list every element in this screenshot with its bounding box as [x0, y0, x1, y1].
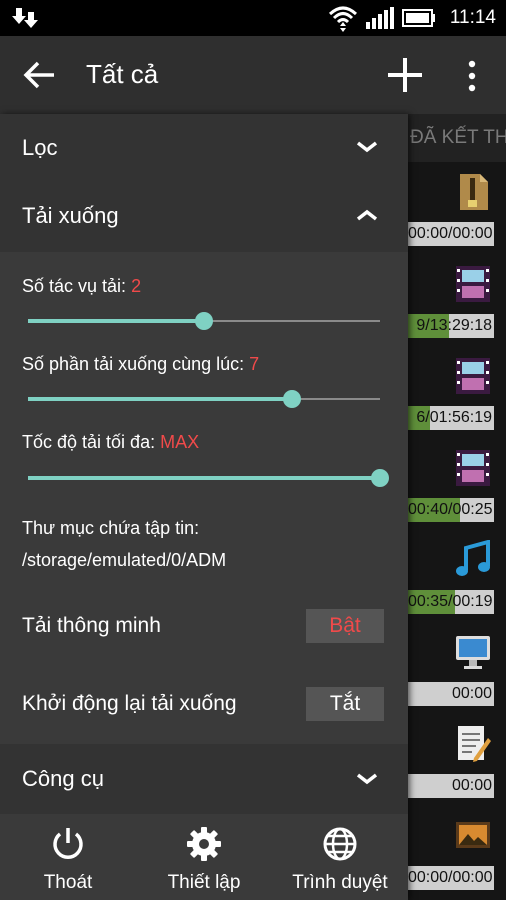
image-file-icon	[456, 822, 490, 848]
progress-text: 00:00/00:00	[408, 225, 493, 242]
browser-button[interactable]: Trình duyệt	[280, 816, 400, 900]
list-item[interactable]: 6/01:56:19	[408, 348, 506, 440]
list-item[interactable]: 00:00	[408, 716, 506, 808]
slider-fill	[28, 476, 380, 480]
progress-bar: 00:00	[408, 682, 494, 706]
settings-label: Thiết lập	[167, 872, 241, 893]
more-options-icon[interactable]	[466, 60, 478, 92]
tasks-label: Số tác vụ tải:	[22, 276, 132, 296]
restart-download-label: Khởi động lại tải xuống	[22, 692, 237, 715]
list-item[interactable]: 00:35/00:19	[408, 532, 506, 624]
video-file-icon	[456, 358, 490, 394]
video-file-icon	[456, 450, 490, 486]
battery-icon	[401, 9, 435, 27]
speed-value: MAX	[160, 432, 200, 452]
computer-file-icon	[456, 636, 490, 669]
download-label: Tải xuống	[22, 203, 119, 228]
progress-text: 00:00/00:00	[408, 869, 493, 886]
clock: 11:14	[449, 7, 496, 28]
music-file-icon	[456, 540, 490, 576]
slider-thumb[interactable]	[283, 390, 301, 408]
restart-download-toggle[interactable]: Tắt	[306, 687, 384, 721]
settings-drawer: Lọc Tải xuống Số tác vụ tải: 2 Số phần t…	[0, 114, 408, 900]
parts-setting-label: Số phần tải xuống cùng lúc: 7	[22, 354, 259, 375]
video-file-icon	[456, 266, 490, 302]
progress-bar: 00:35/00:19	[408, 590, 494, 614]
speed-label: Tốc độ tải tối đa:	[22, 432, 161, 452]
tab-finished[interactable]: ĐÃ KẾT THÚ	[408, 114, 506, 162]
wifi-icon	[328, 6, 357, 32]
chevron-down-icon	[356, 773, 378, 785]
globe-icon	[323, 827, 357, 861]
progress-text: 6/01:56:19	[416, 409, 492, 426]
progress-bar: 6/01:56:19	[408, 406, 494, 430]
power-icon	[53, 828, 83, 859]
folder-path[interactable]: /storage/emulated/0/ADM	[22, 544, 226, 576]
browser-label: Trình duyệt	[292, 872, 388, 893]
progress-bar: 00:00/00:00	[408, 866, 494, 890]
filter-label: Lọc	[22, 135, 58, 160]
tasks-value: 2	[131, 276, 142, 296]
slider-thumb[interactable]	[195, 312, 213, 330]
list-item[interactable]: 00:00/00:00	[408, 164, 506, 256]
download-list: ĐÃ KẾT THÚ 00:00/00:00 9/13:29:18 6/01:5…	[408, 114, 506, 900]
folder-label: Thư mục chứa tập tin:	[22, 518, 200, 538]
exit-label: Thoát	[43, 872, 93, 893]
add-icon[interactable]	[386, 56, 424, 94]
tools-section-header[interactable]: Công cụ	[0, 744, 408, 814]
progress-text: 00:35/00:19	[408, 593, 493, 610]
drawer-bottom-bar: Thoát Thiết lập Trình duyệt	[0, 816, 408, 900]
parts-slider[interactable]	[28, 388, 380, 410]
page-title: Tất cả	[86, 59, 159, 89]
slider-fill	[28, 319, 204, 323]
download-section-header[interactable]: Tải xuống	[0, 182, 408, 252]
progress-bar: 9/13:29:18	[408, 314, 494, 338]
document-file-icon	[458, 726, 491, 762]
list-item[interactable]: 00:00	[408, 624, 506, 716]
progress-bar: 00:00/00:00	[408, 222, 494, 246]
app-toolbar: Tất cả	[0, 36, 506, 114]
speed-slider[interactable]	[28, 467, 389, 489]
smart-download-toggle[interactable]: Bật	[306, 609, 384, 643]
chevron-up-icon	[356, 209, 378, 221]
parts-label: Số phần tải xuống cùng lúc:	[22, 354, 250, 374]
slider-thumb[interactable]	[371, 469, 389, 487]
list-item[interactable]: 00:00/00:00	[408, 808, 506, 900]
slider-fill	[28, 397, 292, 401]
list-item[interactable]: 00:40/00:25	[408, 440, 506, 532]
status-bar: 11:14	[0, 0, 506, 36]
smart-download-label: Tải thông minh	[22, 614, 161, 637]
exit-button[interactable]: Thoát	[8, 816, 128, 900]
download-notification-icon	[12, 8, 38, 28]
progress-bar: 00:40/00:25	[408, 498, 494, 522]
speed-setting-label: Tốc độ tải tối đa: MAX	[22, 432, 199, 453]
progress-text: 00:00	[451, 777, 492, 794]
parts-value: 7	[249, 354, 260, 374]
filter-section-header[interactable]: Lọc	[0, 114, 408, 182]
archive-file-icon	[460, 174, 488, 210]
tasks-setting-label: Số tác vụ tải: 2	[22, 276, 141, 297]
tools-label: Công cụ	[22, 766, 104, 791]
settings-button[interactable]: Thiết lập	[144, 816, 264, 900]
progress-text: 9/13:29:18	[416, 317, 492, 334]
chevron-down-icon	[356, 141, 378, 153]
back-arrow-icon[interactable]	[22, 58, 56, 92]
progress-text: 00:40/00:25	[408, 501, 493, 518]
progress-text: 00:00	[451, 685, 492, 702]
list-item[interactable]: 9/13:29:18	[408, 256, 506, 348]
signal-icon	[365, 7, 394, 29]
gear-icon	[187, 827, 221, 861]
tasks-slider[interactable]	[28, 310, 380, 332]
progress-bar: 00:00	[408, 774, 494, 798]
